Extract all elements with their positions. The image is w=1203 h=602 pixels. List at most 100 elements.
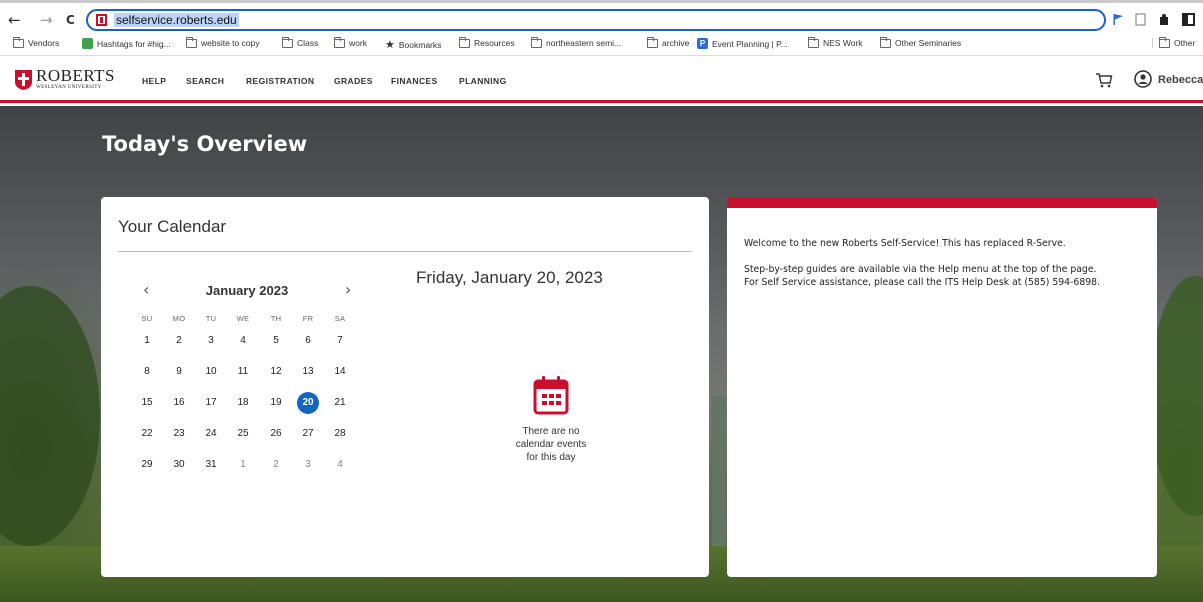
calendar-day-selected[interactable]: 20 [297, 392, 319, 414]
calendar-day[interactable]: 28 [329, 423, 351, 445]
green-app-icon [82, 38, 93, 49]
roberts-logo[interactable]: ROBERTS WESLEYAN UNIVERSITY [15, 66, 115, 91]
folder-icon [186, 36, 197, 48]
calendar-day[interactable]: 8 [136, 361, 158, 383]
extensions-puzzle-icon[interactable] [1158, 13, 1171, 26]
calendar-day[interactable]: 25 [232, 423, 254, 445]
help-desk-text: For Self Service assistance, please call… [744, 277, 1101, 288]
calendar-day[interactable]: 19 [265, 392, 287, 414]
calendar-day[interactable]: 1 [136, 330, 158, 352]
help-guides-text: Step-by-step guides are available via th… [744, 264, 1097, 275]
extension-page-icon[interactable] [1134, 13, 1147, 26]
extension-flag-icon[interactable] [1112, 13, 1125, 26]
nav-grades[interactable]: GRADES [334, 76, 373, 86]
cart-icon[interactable] [1095, 71, 1113, 89]
calendar-day[interactable]: 7 [329, 330, 351, 352]
calendar-day[interactable]: 29 [136, 454, 158, 476]
url-text[interactable]: selfservice.roberts.edu [114, 13, 239, 27]
nav-finances[interactable]: FINANCES [391, 76, 438, 86]
folder-icon [531, 36, 542, 48]
user-account-icon[interactable] [1134, 70, 1152, 88]
next-month-button[interactable]: › [345, 280, 351, 299]
tree-right [1150, 276, 1203, 516]
divider [118, 251, 692, 252]
nav-search[interactable]: SEARCH [186, 76, 224, 86]
no-events-message: There are no calendar events for this da… [515, 426, 587, 463]
bookmark-event-planning[interactable]: P Event Planning | P... [697, 38, 788, 49]
calendar-day[interactable]: 1 [232, 454, 254, 476]
bookmark-other[interactable]: Other [1152, 36, 1195, 48]
weekday-label: WE [236, 314, 250, 323]
calendar-day[interactable]: 15 [136, 392, 158, 414]
bookmark-hashtags[interactable]: Hashtags for #hig... [82, 38, 171, 49]
calendar-day[interactable]: 10 [200, 361, 222, 383]
calendar-day[interactable]: 4 [232, 330, 254, 352]
site-favicon-icon [96, 14, 107, 26]
calendar-day[interactable]: 2 [168, 330, 190, 352]
bookmark-bookmarks[interactable]: ★ Bookmarks [385, 38, 441, 51]
bookmark-website-to-copy[interactable]: website to copy [186, 36, 260, 48]
calendar-day[interactable]: 6 [297, 330, 319, 352]
calendar-day[interactable]: 14 [329, 361, 351, 383]
nav-help[interactable]: HELP [142, 76, 166, 86]
prev-month-button[interactable]: ‹ [143, 280, 149, 299]
browser-toolbar: ← → C selfservice.roberts.edu [0, 0, 1203, 34]
weekday-label: TH [270, 314, 282, 323]
sidebar-panel-icon[interactable] [1182, 13, 1195, 26]
folder-icon [334, 36, 345, 48]
bookmark-vendors[interactable]: Vendors [13, 36, 59, 48]
reload-icon[interactable]: C [66, 13, 75, 27]
calendar-day[interactable]: 23 [168, 423, 190, 445]
nav-planning[interactable]: PLANNING [459, 76, 507, 86]
nav-registration[interactable]: REGISTRATION [246, 76, 314, 86]
tree-left [0, 286, 100, 546]
user-name[interactable]: Rebecca [1158, 74, 1203, 86]
bookmark-other-seminaries[interactable]: Other Seminaries [880, 36, 961, 48]
calendar-day[interactable]: 2 [265, 454, 287, 476]
calendar-day[interactable]: 30 [168, 454, 190, 476]
back-icon[interactable]: ← [8, 11, 21, 29]
welcome-message: Welcome to the new Roberts Self-Service!… [744, 238, 1066, 249]
calendar-day[interactable]: 4 [329, 454, 351, 476]
calendar-day[interactable]: 12 [265, 361, 287, 383]
bookmark-nes-work[interactable]: NES Work [808, 36, 863, 48]
logo-wordmark: ROBERTS [36, 66, 115, 85]
calendar-day[interactable]: 22 [136, 423, 158, 445]
folder-icon [459, 36, 470, 48]
welcome-card: Welcome to the new Roberts Self-Service!… [727, 197, 1157, 577]
p-badge-icon: P [697, 38, 708, 49]
calendar-day[interactable]: 24 [200, 423, 222, 445]
bookmark-class[interactable]: Class [282, 36, 318, 48]
calendar-day[interactable]: 18 [232, 392, 254, 414]
weekday-label: FR [302, 314, 314, 323]
calendar-day[interactable]: 13 [297, 361, 319, 383]
calendar-day[interactable]: 27 [297, 423, 319, 445]
weekday-label: MO [172, 314, 186, 323]
calendar-day[interactable]: 3 [297, 454, 319, 476]
calendar-day[interactable]: 11 [232, 361, 254, 383]
calendar-day[interactable]: 9 [168, 361, 190, 383]
bookmark-work[interactable]: work [334, 36, 367, 48]
weekday-label: SA [334, 314, 346, 323]
calendar-icon [533, 376, 569, 415]
month-label: January 2023 [205, 283, 289, 298]
bookmark-archive[interactable]: archive [647, 36, 689, 48]
logo-subtitle: WESLEYAN UNIVERSITY [36, 85, 102, 90]
address-bar[interactable]: selfservice.roberts.edu [86, 9, 1106, 31]
weekday-label: SU [141, 314, 153, 323]
folder-icon [13, 36, 24, 48]
calendar-day[interactable]: 21 [329, 392, 351, 414]
calendar-day[interactable]: 26 [265, 423, 287, 445]
weekday-label: TU [205, 314, 217, 323]
calendar-day[interactable]: 17 [200, 392, 222, 414]
site-header: ROBERTS WESLEYAN UNIVERSITY HELP SEARCH … [0, 57, 1203, 103]
calendar-day[interactable]: 5 [265, 330, 287, 352]
calendar-day[interactable]: 31 [200, 454, 222, 476]
calendar-day[interactable]: 16 [168, 392, 190, 414]
calendar-title: Your Calendar [118, 217, 227, 236]
calendar-day[interactable]: 3 [200, 330, 222, 352]
bookmark-resources[interactable]: Resources [459, 36, 515, 48]
forward-icon[interactable]: → [40, 11, 53, 29]
folder-icon [647, 36, 658, 48]
bookmark-northeastern[interactable]: northeastern semi... [531, 36, 621, 48]
